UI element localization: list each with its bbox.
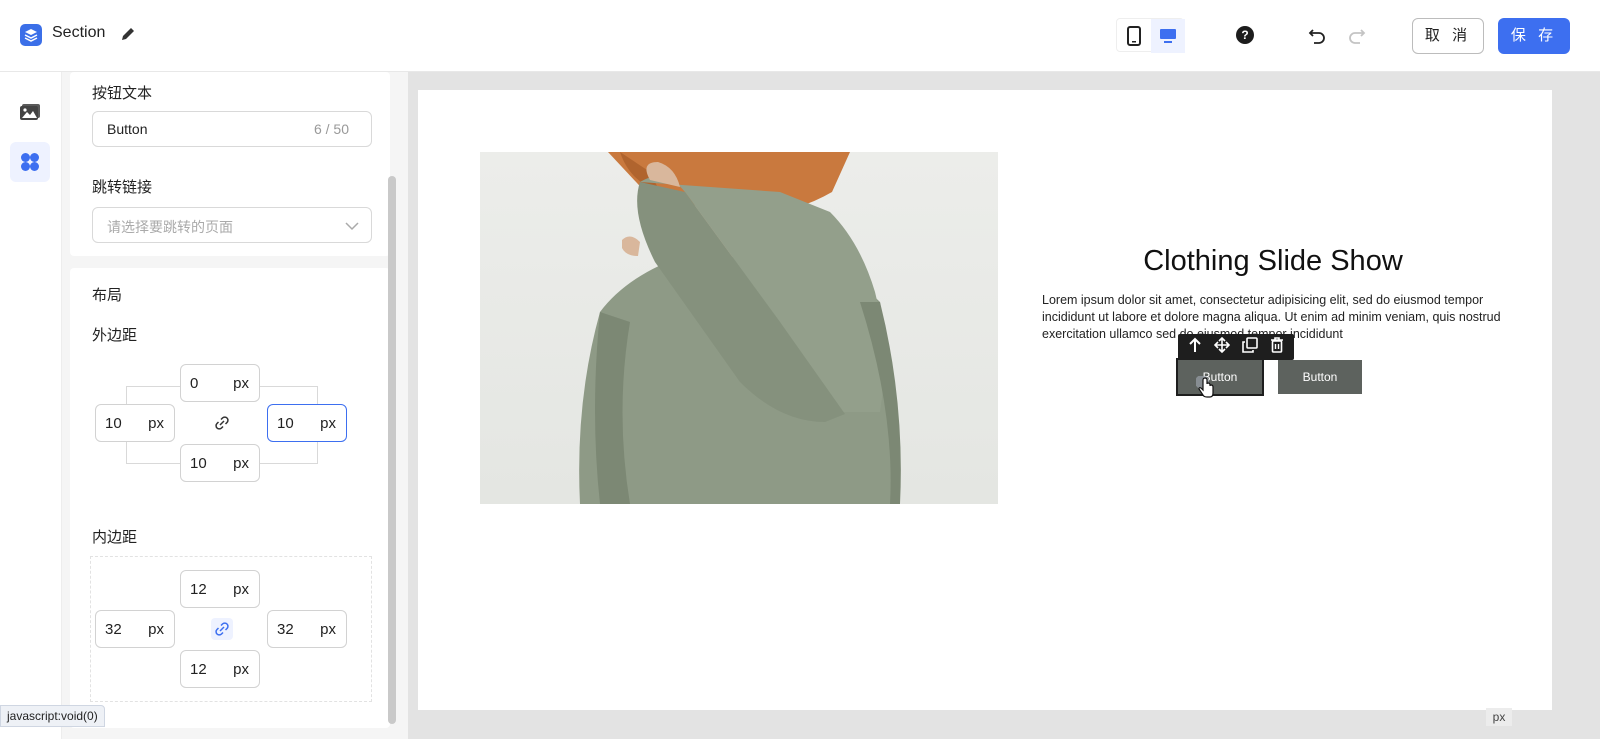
char-count: 6 / 50 — [313, 121, 349, 137]
status-bar-url: javascript:void(0) — [0, 705, 105, 727]
help-icon[interactable]: ? — [1236, 26, 1254, 44]
top-bar: Section ? 取 消 保 存 — [0, 0, 1600, 72]
padding-label: 内边距 — [92, 529, 138, 546]
margin-left-unit: px — [148, 415, 164, 432]
cta-button-primary[interactable]: Button — [1176, 358, 1264, 396]
margin-top-input[interactable]: 0 px — [180, 364, 260, 402]
hero-photo[interactable] — [480, 152, 998, 504]
link-margins-icon[interactable] — [211, 412, 233, 434]
drag-move-icon[interactable] — [1213, 336, 1231, 358]
margin-left-input[interactable]: 10 px — [95, 404, 175, 442]
rail-item-media[interactable] — [10, 92, 50, 132]
edit-pencil-icon[interactable] — [120, 26, 136, 47]
jump-link-label: 跳转链接 — [92, 179, 153, 196]
rail-item-components[interactable] — [10, 142, 50, 182]
layout-card: 布局 外边距 0 px 10 px 10 px 10 px 内边距 12 px — [70, 268, 390, 728]
button-text-label: 按钮文本 — [92, 85, 153, 102]
jump-link-select[interactable]: 请选择要跳转的页面 — [92, 207, 372, 243]
margin-right-value: 10 — [277, 415, 294, 432]
desktop-view-icon[interactable] — [1151, 19, 1185, 53]
undo-icon[interactable] — [1308, 26, 1326, 49]
page-canvas: Clothing Slide Show Lorem ipsum dolor si… — [418, 90, 1552, 710]
mobile-view-icon[interactable] — [1117, 19, 1151, 53]
canvas-area: Clothing Slide Show Lorem ipsum dolor si… — [408, 72, 1600, 739]
device-toggle — [1116, 18, 1185, 53]
padding-right-unit: px — [320, 621, 336, 638]
save-button[interactable]: 保 存 — [1498, 18, 1570, 54]
margin-left-value: 10 — [105, 415, 122, 432]
margin-top-unit: px — [233, 375, 249, 392]
hand-cursor-icon — [1195, 375, 1216, 405]
hero-title[interactable]: Clothing Slide Show — [1028, 245, 1518, 278]
layout-label: 布局 — [92, 287, 123, 304]
redo-icon[interactable] — [1348, 26, 1366, 49]
link-paddings-icon[interactable] — [211, 618, 233, 640]
jump-link-placeholder: 请选择要跳转的页面 — [107, 219, 233, 235]
cancel-button[interactable]: 取 消 — [1412, 18, 1484, 54]
button-text-input[interactable]: Button 6 / 50 — [92, 111, 372, 147]
duplicate-icon[interactable] — [1242, 336, 1258, 358]
padding-bottom-input[interactable]: 12 px — [180, 650, 260, 688]
margin-bottom-input[interactable]: 10 px — [180, 444, 260, 482]
components-clover-icon — [21, 153, 39, 171]
padding-right-value: 32 — [277, 621, 294, 638]
chevron-down-icon — [345, 218, 359, 236]
delete-trash-icon[interactable] — [1270, 336, 1284, 358]
cta-button-secondary[interactable]: Button — [1278, 360, 1362, 394]
margin-bottom-unit: px — [233, 455, 249, 472]
padding-top-unit: px — [233, 581, 249, 598]
padding-left-unit: px — [148, 621, 164, 638]
padding-left-input[interactable]: 32 px — [95, 610, 175, 648]
padding-left-value: 32 — [105, 621, 122, 638]
button-text-value: Button — [107, 121, 148, 137]
margin-right-input[interactable]: 10 px — [267, 404, 347, 442]
page-title: Section — [52, 24, 106, 41]
margin-bottom-value: 10 — [190, 455, 207, 472]
margin-label: 外边距 — [92, 327, 138, 344]
panel-scrollbar[interactable] — [388, 176, 396, 724]
image-gallery-icon — [20, 104, 40, 120]
button-settings-card: 按钮文本 Button 6 / 50 跳转链接 请选择要跳转的页面 — [70, 72, 390, 256]
padding-bottom-unit: px — [233, 661, 249, 678]
padding-top-value: 12 — [190, 581, 207, 598]
padding-top-input[interactable]: 12 px — [180, 570, 260, 608]
element-floating-toolbar — [1178, 334, 1294, 360]
settings-panel: 按钮文本 Button 6 / 50 跳转链接 请选择要跳转的页面 布局 外边距… — [62, 72, 408, 739]
move-up-arrow-icon[interactable] — [1188, 337, 1202, 358]
left-icon-rail — [0, 72, 62, 739]
margin-right-unit: px — [320, 415, 336, 432]
unit-badge: px — [1486, 708, 1512, 726]
margin-top-value: 0 — [190, 375, 199, 392]
layers-logo-icon — [20, 24, 42, 46]
padding-right-input[interactable]: 32 px — [267, 610, 347, 648]
padding-bottom-value: 12 — [190, 661, 207, 678]
